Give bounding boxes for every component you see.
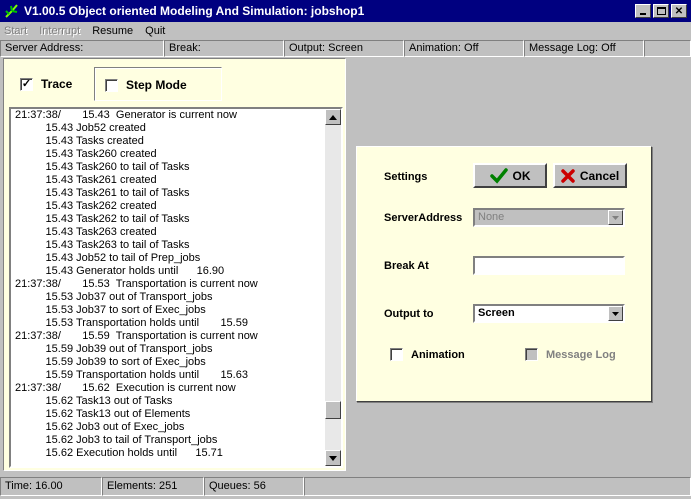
log-line: 15.43 Task260 to tail of Tasks xyxy=(15,161,190,173)
check-icon xyxy=(489,167,508,184)
minimize-icon xyxy=(640,13,646,15)
arrow-down-icon xyxy=(329,455,337,461)
log-line: 15.43 Generator holds until 16.90 xyxy=(15,265,225,277)
animation-check-icon[interactable] xyxy=(390,348,403,361)
step-mode-group: Step Mode xyxy=(94,67,222,101)
menu-start: Start xyxy=(4,25,28,37)
log-line: 15.43 Task262 created xyxy=(15,200,157,212)
log-line: 15.59 Job39 out of Transport_jobs xyxy=(15,343,213,355)
info-bar: Server Address: Break: Output: Screen An… xyxy=(0,40,691,57)
break-info: Break: xyxy=(164,40,284,57)
trace-panel: ✓ Trace Step Mode 21:37:38/ 15.43 Genera… xyxy=(3,58,346,471)
server-address-dropdown xyxy=(608,210,623,225)
log-line: 15.43 Task260 created xyxy=(15,148,157,160)
log-line: 21:37:38/ 15.43 Generator is current now xyxy=(15,109,237,121)
menu-resume[interactable]: Resume xyxy=(92,25,133,37)
trace-check-icon[interactable]: ✓ xyxy=(20,77,33,91)
animation-checkbox[interactable]: Animation xyxy=(390,348,465,361)
log-scrollbar[interactable] xyxy=(325,109,341,466)
scroll-down-button[interactable] xyxy=(325,450,341,466)
log-line: 21:37:38/ 15.62 Execution is current now xyxy=(15,382,236,394)
server-address-select: None xyxy=(473,208,625,227)
log-line: 15.62 Job3 to tail of Transport_jobs xyxy=(15,434,218,446)
log-line: 15.62 Task13 out of Elements xyxy=(15,408,191,420)
log-line: 15.53 Transportation holds until 15.59 xyxy=(15,317,248,329)
trace-label: Trace xyxy=(41,77,73,91)
ok-label: OK xyxy=(512,168,531,183)
log-line: 15.62 Job3 out of Exec_jobs xyxy=(15,421,185,433)
info-filler xyxy=(644,40,691,57)
settings-panel: Settings OK Cancel ServerAddress None Br… xyxy=(356,146,652,402)
output-to-select[interactable]: Screen xyxy=(473,304,625,323)
message-log-label: Message Log xyxy=(546,348,616,361)
status-queues: Queues: 56 xyxy=(204,477,304,496)
log-line: 15.43 Task261 created xyxy=(15,174,157,186)
log-line: 15.53 Job37 to sort of Exec_jobs xyxy=(15,304,206,316)
chevron-down-icon xyxy=(612,311,619,316)
step-mode-check-icon[interactable] xyxy=(105,78,118,92)
log-line: 21:37:38/ 15.53 Transportation is curren… xyxy=(15,278,258,290)
close-button[interactable]: ✕ xyxy=(671,4,687,18)
log-line: 15.53 Job37 out of Transport_jobs xyxy=(15,291,213,303)
log-line: 15.43 Job52 to tail of Prep_jobs xyxy=(15,252,201,264)
log-line: 15.43 Task262 to tail of Tasks xyxy=(15,213,190,225)
log-line: 15.62 Task13 out of Tasks xyxy=(15,395,173,407)
message-log-info: Message Log: Off xyxy=(524,40,644,57)
trace-checkbox[interactable]: ✓ Trace xyxy=(20,77,72,91)
status-bar: Time: 16.00 Elements: 251 Queues: 56 xyxy=(0,477,691,496)
output-to-value: Screen xyxy=(478,307,515,319)
message-log-check-icon xyxy=(525,348,538,361)
message-log-checkbox: Message Log xyxy=(525,348,616,361)
output-info: Output: Screen xyxy=(284,40,404,57)
step-mode-label: Step Mode xyxy=(126,78,187,92)
scroll-thumb[interactable] xyxy=(325,401,341,419)
break-at-input[interactable] xyxy=(473,256,625,275)
log-line: 15.43 Job52 created xyxy=(15,122,146,134)
server-address-label: ServerAddress xyxy=(384,212,463,224)
step-mode-checkbox[interactable]: Step Mode xyxy=(105,78,187,92)
minimize-button[interactable] xyxy=(635,4,651,18)
trace-log-lines: 21:37:38/ 15.43 Generator is current now… xyxy=(11,109,327,460)
status-filler xyxy=(304,477,691,496)
break-at-label: Break At xyxy=(384,260,429,272)
log-line: 15.43 Tasks created xyxy=(15,135,144,147)
maximize-button[interactable] xyxy=(653,4,669,18)
menu-quit[interactable]: Quit xyxy=(145,25,165,37)
cancel-label: Cancel xyxy=(579,168,620,183)
output-to-dropdown[interactable] xyxy=(608,306,623,321)
close-icon: ✕ xyxy=(674,5,684,17)
log-line: 15.43 Task261 to tail of Tasks xyxy=(15,187,190,199)
log-line: 15.62 Execution holds until 15.71 xyxy=(15,447,223,459)
chevron-down-icon xyxy=(612,215,619,220)
maximize-icon xyxy=(656,7,666,15)
server-address-info: Server Address: xyxy=(0,40,164,57)
server-address-value: None xyxy=(478,211,505,223)
log-line: 21:37:38/ 15.59 Transportation is curren… xyxy=(15,330,258,342)
ok-button[interactable]: OK xyxy=(473,163,547,188)
arrow-up-icon xyxy=(329,114,337,120)
menu-bar: Start Interrupt Resume Quit xyxy=(0,22,691,40)
x-icon xyxy=(561,168,575,183)
log-line: 15.59 Transportation holds until 15.63 xyxy=(15,369,248,381)
settings-heading: Settings xyxy=(384,171,428,183)
log-line: 15.43 Task263 to tail of Tasks xyxy=(15,239,190,251)
menu-interrupt: Interrupt xyxy=(39,25,81,37)
status-elements: Elements: 251 xyxy=(102,477,204,496)
title-bar: V1.00.5 Object oriented Modeling And Sim… xyxy=(0,0,691,22)
app-leaf-icon[interactable] xyxy=(4,3,20,19)
window-title: V1.00.5 Object oriented Modeling And Sim… xyxy=(24,4,365,18)
scroll-up-button[interactable] xyxy=(325,109,341,125)
animation-label: Animation xyxy=(411,348,465,361)
output-to-label: Output to xyxy=(384,308,434,320)
log-line: 15.59 Job39 to sort of Exec_jobs xyxy=(15,356,206,368)
log-line: 15.43 Task263 created xyxy=(15,226,157,238)
animation-info: Animation: Off xyxy=(404,40,524,57)
cancel-button[interactable]: Cancel xyxy=(553,163,627,188)
trace-log[interactable]: 21:37:38/ 15.43 Generator is current now… xyxy=(9,107,343,468)
status-time: Time: 16.00 xyxy=(0,477,102,496)
